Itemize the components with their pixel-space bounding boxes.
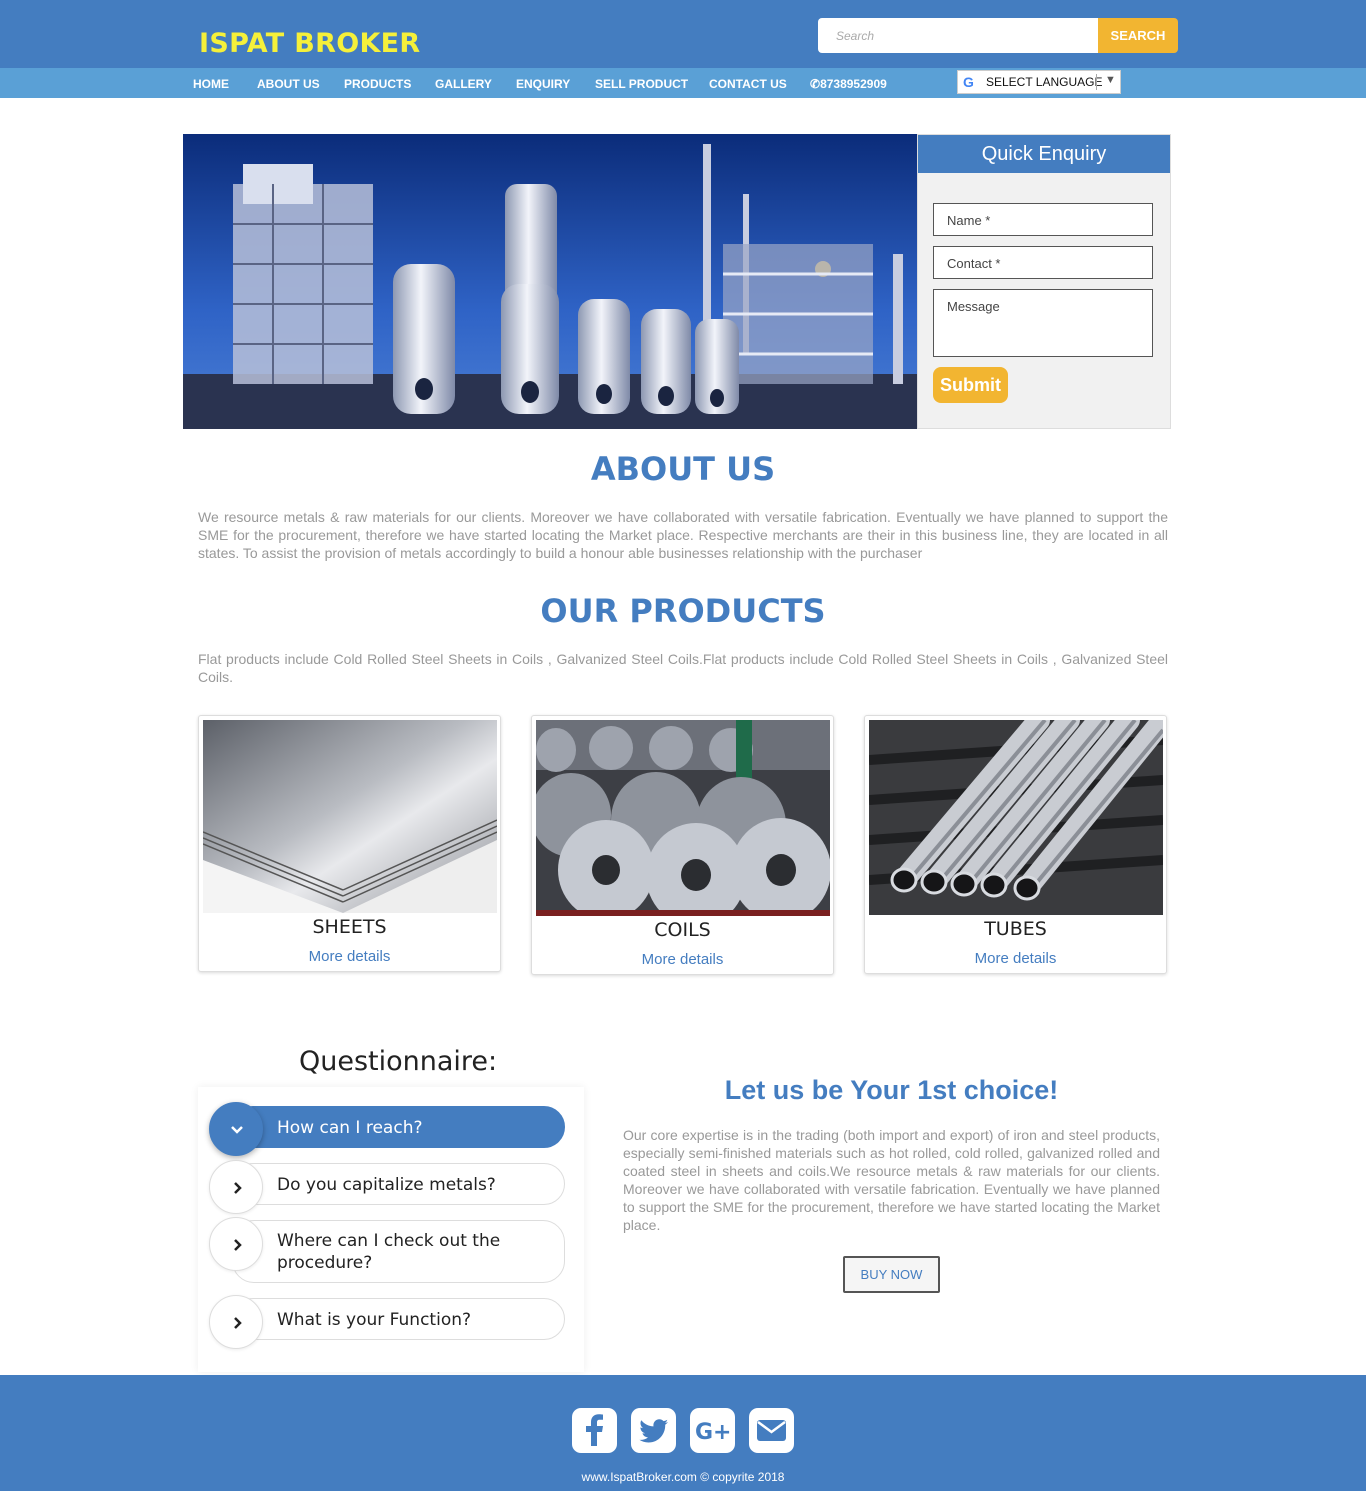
faq-toggle-1[interactable] [209, 1102, 263, 1156]
message-field[interactable]: Message [933, 289, 1153, 357]
search-button[interactable]: SEARCH [1098, 18, 1178, 53]
choice-title: Let us be Your 1st choice! [724, 1075, 1059, 1105]
nav-sell-product[interactable]: SELL PRODUCT [595, 77, 688, 91]
chevron-right-icon [234, 1317, 242, 1329]
search-input[interactable] [818, 18, 1099, 53]
questionnaire-title: Questionnaire: [299, 1046, 498, 1077]
quick-enquiry-title: Quick Enquiry [918, 135, 1170, 173]
chevron-right-icon [234, 1182, 242, 1194]
hero-banner-image [183, 134, 917, 429]
email-icon[interactable] [749, 1408, 794, 1453]
faq-toggle-4[interactable] [209, 1295, 263, 1349]
products-title: OUR PRODUCTS [540, 592, 826, 630]
faq-question: Do you capitalize metals? [277, 1175, 496, 1195]
faq-question: How can I reach? [277, 1118, 423, 1138]
about-text: We resource metals & raw materials for o… [198, 509, 1168, 561]
faq-item-check-procedure[interactable]: Where can I check out the procedure? [232, 1220, 565, 1283]
triangle-down-icon: ▼ [1105, 74, 1116, 86]
name-field[interactable]: Name * [933, 203, 1153, 236]
quick-enquiry-form: Quick Enquiry Name * Contact * Message S… [917, 134, 1171, 429]
phone-icon: ✆ [810, 77, 821, 91]
language-select[interactable]: G SELECT LANGUAGE ▼ [957, 70, 1121, 94]
nav-phone[interactable]: ✆8738952909 [810, 77, 887, 91]
product-card-coils: COILS More details [531, 715, 834, 975]
language-divider [1096, 74, 1097, 90]
chevron-down-icon [231, 1126, 243, 1134]
product-name-tubes: TUBES [984, 918, 1047, 940]
contact-field[interactable]: Contact * [933, 246, 1153, 279]
product-card-sheets: SHEETS More details [198, 715, 501, 972]
tubes-image [869, 720, 1163, 915]
site-header: ISPAT BROKER SEARCH [0, 0, 1366, 68]
coils-image [536, 720, 830, 916]
industrial-plant-illustration [183, 134, 917, 429]
faq-item-capitalize-metals[interactable]: Do you capitalize metals? [232, 1163, 565, 1205]
nav-products[interactable]: PRODUCTS [344, 77, 411, 91]
about-title: ABOUT US [590, 450, 776, 488]
more-details-link-tubes[interactable]: More details [865, 950, 1166, 967]
site-logo[interactable]: ISPAT BROKER [199, 28, 421, 59]
submit-button[interactable]: Submit [933, 367, 1008, 403]
faq-toggle-2[interactable] [209, 1160, 263, 1214]
svg-text:G+: G+ [695, 1420, 732, 1445]
products-text: Flat products include Cold Rolled Steel … [198, 651, 1168, 685]
product-name-sheets: SHEETS [312, 916, 387, 938]
chevron-right-icon [234, 1239, 242, 1251]
nav-gallery[interactable]: GALLERY [435, 77, 492, 91]
site-footer: G+ www.IspatBroker.com © copyrite 2018 [0, 1375, 1366, 1491]
nav-about-us[interactable]: ABOUT US [257, 77, 320, 91]
buy-now-button[interactable]: BUY NOW [843, 1256, 940, 1293]
facebook-icon[interactable] [572, 1408, 617, 1453]
nav-enquiry[interactable]: ENQUIRY [516, 77, 570, 91]
phone-number: 8738952909 [820, 77, 887, 91]
sheets-image [203, 720, 497, 913]
more-details-link-sheets[interactable]: More details [199, 948, 500, 965]
google-icon: G [963, 74, 974, 90]
faq-item-how-can-i-reach[interactable]: How can I reach? [232, 1106, 565, 1148]
nav-home[interactable]: HOME [193, 77, 229, 91]
twitter-icon[interactable] [631, 1408, 676, 1453]
language-select-label: SELECT LANGUAGE [986, 75, 1103, 89]
choice-text: Our core expertise is in the trading (bo… [623, 1127, 1160, 1233]
faq-toggle-3[interactable] [209, 1217, 263, 1271]
faq-question: What is your Function? [277, 1310, 472, 1330]
product-name-coils: COILS [654, 919, 711, 941]
nav-contact-us[interactable]: CONTACT US [709, 77, 787, 91]
product-card-tubes: TUBES More details [864, 715, 1167, 974]
main-nav: HOME ABOUT US PRODUCTS GALLERY ENQUIRY S… [0, 68, 1366, 98]
google-plus-icon[interactable]: G+ [690, 1408, 735, 1453]
more-details-link-coils[interactable]: More details [532, 951, 833, 968]
faq-item-your-function[interactable]: What is your Function? [232, 1298, 565, 1340]
faq-question: Where can I check out the procedure? [277, 1231, 501, 1273]
copyright-text: www.IspatBroker.com © copyrite 2018 [581, 1470, 785, 1484]
